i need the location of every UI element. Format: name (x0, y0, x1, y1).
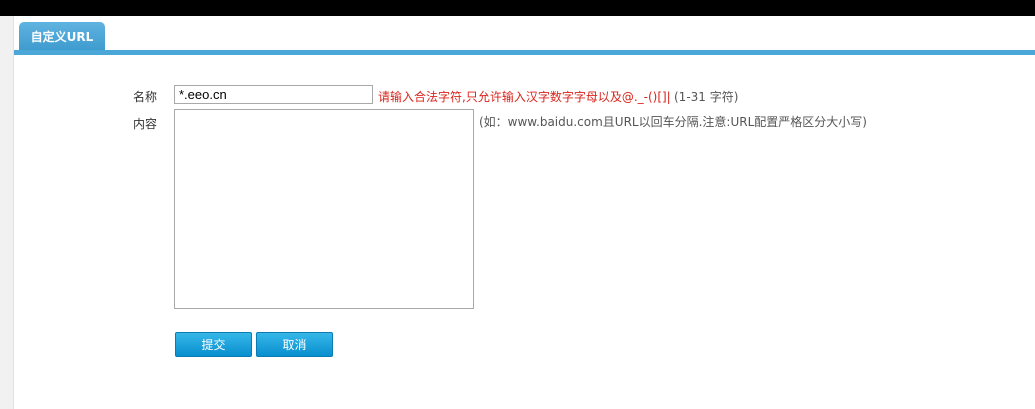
name-length-hint: (1-31 字符) (674, 90, 739, 104)
content-hint: (如：www.baidu.com且URL以回车分隔.注意:URL配置严格区分大小… (479, 115, 867, 129)
name-input[interactable] (174, 85, 373, 104)
tab-custom-url[interactable]: 自定义URL (19, 22, 105, 50)
name-label: 名称 (133, 90, 158, 104)
window-top-bar (0, 0, 1035, 19)
left-rail (0, 16, 14, 409)
name-error-hint: 请输入合法字符,只允许输入汉字数字字母以及@._-()[]| (378, 90, 671, 104)
submit-button[interactable]: 提交 (175, 332, 252, 357)
cancel-button[interactable]: 取消 (256, 332, 333, 357)
tab-strip: 自定义URL (14, 16, 1035, 54)
content-label: 内容 (133, 117, 158, 131)
content-textarea[interactable] (174, 109, 474, 309)
form-panel (14, 55, 1035, 409)
